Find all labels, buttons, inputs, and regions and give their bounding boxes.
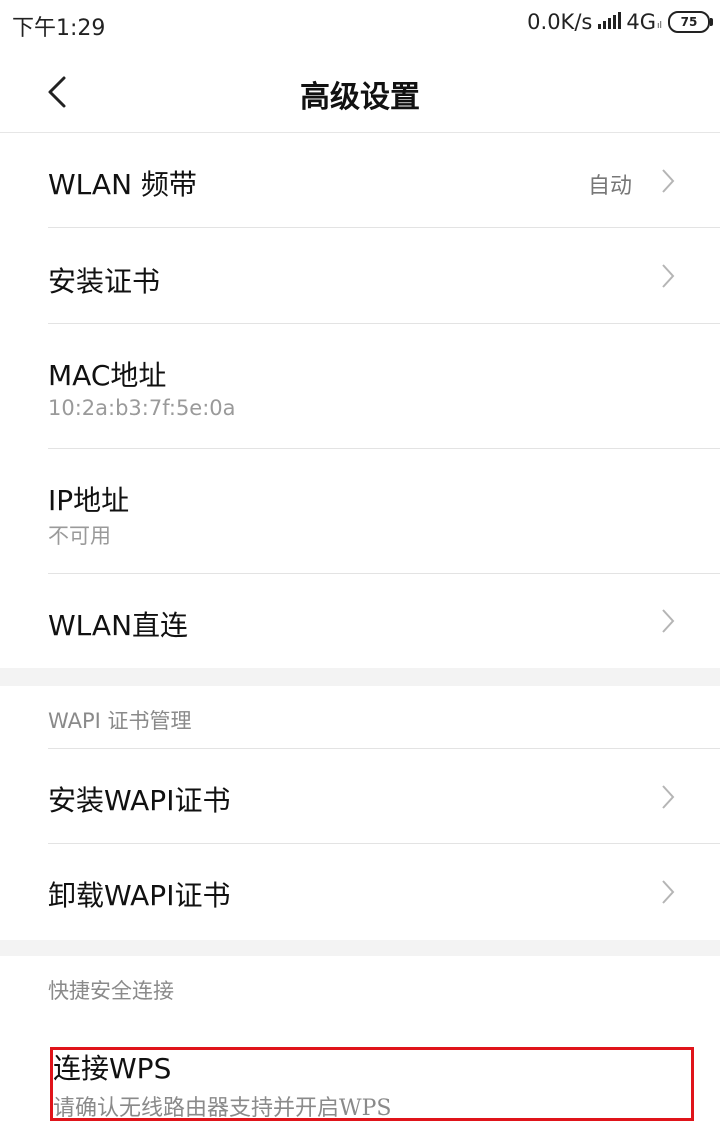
status-time: 下午1:29 — [12, 16, 106, 41]
row-mac-address: MAC地址 10:2a:b3:7f:5e:0a — [48, 324, 720, 449]
mac-address-value: 10:2a:b3:7f:5e:0a — [48, 396, 236, 420]
battery-icon: 75 — [668, 11, 713, 33]
row-uninstall-wapi-certificate[interactable]: 卸载WAPI证书 — [48, 844, 720, 940]
row-label: MAC地址 — [48, 359, 167, 392]
page-title: 高级设置 — [300, 80, 420, 115]
row-label: 安装证书 — [48, 265, 161, 298]
wps-description: 请确认无线路由器支持并开启WPS — [53, 1096, 392, 1121]
section-header-quick-connect: 快捷安全连接 — [48, 979, 174, 1003]
status-indicators: 0.0K/s 4G ıl 75 — [527, 10, 713, 34]
network-activity-icon: ıl — [656, 21, 662, 31]
ip-address-value: 不可用 — [48, 524, 111, 548]
row-wlan-direct[interactable]: WLAN直连 — [48, 574, 720, 668]
row-label: WLAN直连 — [48, 609, 189, 642]
row-wlan-band[interactable]: WLAN 频带 自动 — [48, 133, 720, 228]
chevron-right-icon — [660, 783, 676, 811]
section-header-wapi: WAPI 证书管理 — [48, 709, 192, 733]
chevron-right-icon — [660, 878, 676, 906]
row-install-certificate[interactable]: 安装证书 — [48, 228, 720, 324]
wps-title: 连接WPS — [53, 1052, 172, 1085]
chevron-right-icon — [660, 607, 676, 635]
section-divider — [0, 668, 720, 686]
net-speed: 0.0K/s — [527, 10, 593, 34]
row-label: 卸载WAPI证书 — [48, 879, 231, 912]
row-label: IP地址 — [48, 484, 130, 517]
chevron-right-icon — [660, 167, 676, 195]
row-ip-address: IP地址 不可用 — [48, 449, 720, 574]
title-bar: 高级设置 — [0, 50, 720, 133]
section-divider — [0, 940, 720, 956]
row-value: 自动 — [587, 174, 632, 199]
row-install-wapi-certificate[interactable]: 安装WAPI证书 — [48, 748, 720, 844]
signal-icon — [598, 10, 622, 34]
status-bar: 下午1:29 0.0K/s 4G ıl 75 — [0, 0, 720, 50]
network-type: 4G — [626, 10, 656, 34]
chevron-right-icon — [660, 262, 676, 290]
row-label: WLAN 频带 — [48, 168, 197, 201]
row-label: 安装WAPI证书 — [48, 784, 231, 817]
